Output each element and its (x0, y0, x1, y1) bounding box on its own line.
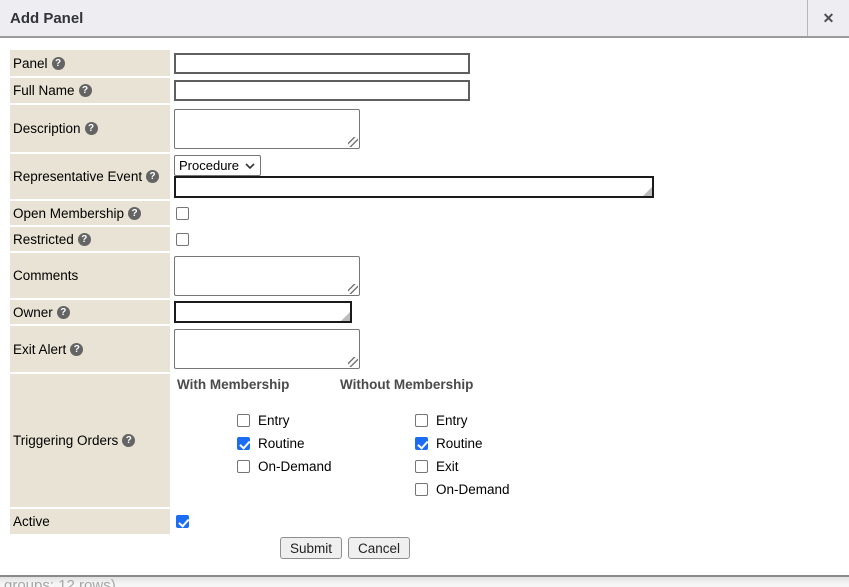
exit-alert-field-label: Exit Alert ? (10, 326, 170, 372)
open-membership-label-text: Open Membership (13, 206, 124, 221)
with-on-demand-option[interactable]: On-Demand (237, 455, 349, 478)
restricted-label-text: Restricted (13, 232, 74, 247)
option-label: Exit (436, 459, 459, 474)
help-icon[interactable]: ? (79, 84, 92, 97)
description-label-text: Description (13, 121, 81, 136)
with-routine-option[interactable]: Routine (237, 432, 349, 455)
owner-input[interactable] (174, 301, 352, 323)
without-exit-option[interactable]: Exit (415, 455, 510, 478)
full-name-field-label: Full Name ? (10, 78, 170, 103)
representative-event-input[interactable] (174, 176, 654, 198)
option-label: Routine (436, 436, 483, 451)
with-entry-checkbox[interactable] (237, 414, 250, 427)
cancel-button[interactable]: Cancel (348, 537, 410, 559)
without-membership-options: Entry Routine Exit On-Demand (415, 409, 510, 501)
panel-input[interactable] (174, 53, 470, 74)
background-page-text: groups: 12 rows) (4, 577, 849, 587)
help-icon[interactable]: ? (78, 233, 91, 246)
form-row-comments: Comments (10, 253, 849, 298)
help-icon[interactable]: ? (57, 306, 70, 319)
with-entry-option[interactable]: Entry (237, 409, 349, 432)
restricted-field-label: Restricted ? (10, 227, 170, 251)
help-icon[interactable]: ? (52, 57, 65, 70)
owner-field-label: Owner ? (10, 300, 170, 324)
form-row-open-membership: Open Membership ? (10, 201, 849, 225)
without-exit-checkbox[interactable] (415, 460, 428, 473)
form-row-owner: Owner ? (10, 300, 849, 324)
description-textarea[interactable] (174, 109, 360, 149)
help-icon[interactable]: ? (128, 207, 141, 220)
full-name-label-text: Full Name (13, 83, 75, 98)
help-icon[interactable]: ? (122, 434, 135, 447)
close-button[interactable]: ✕ (807, 0, 849, 36)
help-icon[interactable]: ? (85, 122, 98, 135)
help-icon[interactable]: ? (70, 343, 83, 356)
panel-label-text: Panel (13, 56, 48, 71)
without-routine-checkbox[interactable] (415, 437, 428, 450)
form-row-panel: Panel ? (10, 50, 849, 76)
with-on-demand-checkbox[interactable] (237, 460, 250, 473)
with-membership-options: Entry Routine On-Demand (237, 409, 349, 501)
form-row-triggering-orders: Triggering Orders ? With Membership With… (10, 374, 849, 507)
representative-event-field-label: Representative Event ? (10, 154, 170, 199)
option-label: On-Demand (258, 459, 332, 474)
without-entry-option[interactable]: Entry (415, 409, 510, 432)
option-label: Entry (258, 413, 290, 428)
add-panel-form: Panel ? Full Name ? Description ? (10, 50, 849, 559)
triggering-orders-field-label: Triggering Orders ? (10, 374, 170, 507)
representative-event-type-select[interactable]: Procedure (174, 155, 261, 176)
option-label: On-Demand (436, 482, 510, 497)
form-buttons: Submit Cancel (280, 537, 849, 559)
dimmed-background-page: groups: 12 rows) (0, 575, 849, 587)
option-label: Routine (258, 436, 305, 451)
representative-event-label-text: Representative Event (13, 169, 142, 184)
triggering-orders-label-text: Triggering Orders (13, 433, 118, 448)
form-row-exit-alert: Exit Alert ? (10, 326, 849, 372)
comments-label-text: Comments (13, 268, 78, 283)
dialog-header: Add Panel ✕ (0, 0, 849, 38)
form-row-full-name: Full Name ? (10, 78, 849, 103)
without-on-demand-checkbox[interactable] (415, 483, 428, 496)
form-row-description: Description ? (10, 105, 849, 152)
with-membership-header: With Membership (177, 377, 340, 392)
close-icon: ✕ (823, 10, 835, 27)
active-field-label: Active (10, 509, 170, 534)
submit-button[interactable]: Submit (280, 537, 342, 559)
add-panel-dialog: Add Panel ✕ Panel ? Full Name ? (0, 0, 849, 559)
open-membership-checkbox[interactable] (176, 207, 189, 220)
active-checkbox[interactable] (176, 515, 189, 528)
with-routine-checkbox[interactable] (237, 437, 250, 450)
without-on-demand-option[interactable]: On-Demand (415, 478, 510, 501)
full-name-input[interactable] (174, 80, 470, 101)
comments-textarea[interactable] (174, 256, 360, 296)
form-row-restricted: Restricted ? (10, 227, 849, 251)
exit-alert-textarea[interactable] (174, 329, 360, 369)
form-row-active: Active (10, 509, 849, 534)
option-label: Entry (436, 413, 468, 428)
dialog-title: Add Panel (0, 10, 83, 27)
without-entry-checkbox[interactable] (415, 414, 428, 427)
description-field-label: Description ? (10, 105, 170, 152)
panel-field-label: Panel ? (10, 50, 170, 76)
without-membership-header: Without Membership (340, 377, 473, 392)
form-row-representative-event: Representative Event ? Procedure (10, 154, 849, 199)
chevron-down-icon (245, 163, 255, 169)
open-membership-field-label: Open Membership ? (10, 201, 170, 225)
select-value-text: Procedure (179, 158, 239, 173)
help-icon[interactable]: ? (146, 170, 159, 183)
without-routine-option[interactable]: Routine (415, 432, 510, 455)
restricted-checkbox[interactable] (176, 233, 189, 246)
exit-alert-label-text: Exit Alert (13, 342, 66, 357)
active-label-text: Active (13, 514, 50, 529)
owner-label-text: Owner (13, 305, 53, 320)
comments-field-label: Comments (10, 253, 170, 298)
